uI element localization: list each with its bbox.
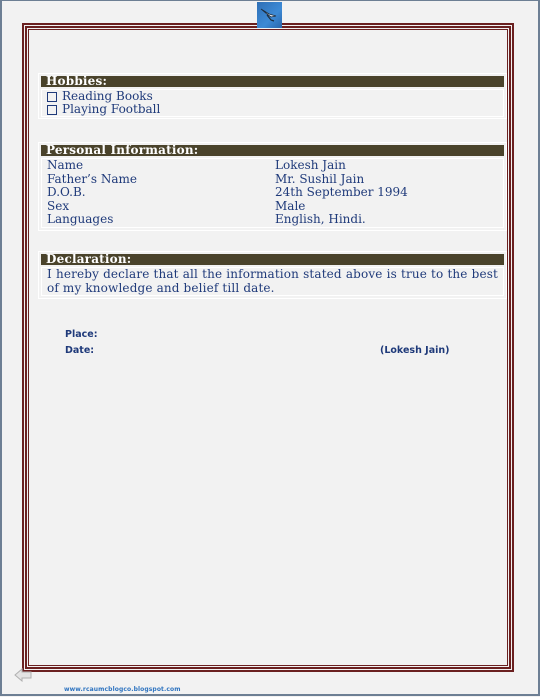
checkbox-bullet-icon [47, 104, 57, 115]
table-row: Languages English, Hindi. [47, 213, 498, 227]
declaration-heading: Declaration: [41, 254, 504, 265]
hobbies-list: Reading Books Playing Football [41, 89, 504, 117]
info-value: 24th September 1994 [275, 185, 408, 200]
place-label: Place: [65, 329, 98, 340]
signature-name: (Lokesh Jain) [380, 345, 450, 356]
checkbox-bullet-icon [47, 91, 57, 102]
info-label: Sex [47, 198, 70, 213]
info-label: D.O.B. [47, 185, 86, 200]
hobby-label: Playing Football [62, 101, 161, 116]
personal-info-heading: Personal Information: [41, 145, 504, 156]
bird-logo-icon [257, 2, 282, 28]
info-value: Male [275, 198, 306, 213]
date-label: Date: [65, 345, 95, 356]
footer-link[interactable]: www.rcaumcblogco.blogspot.com [64, 686, 181, 693]
back-arrow-icon[interactable] [14, 667, 32, 686]
table-row: Father’s Name Mr. Sushil Jain [47, 171, 498, 187]
table-row: D.O.B. 24th September 1994 [47, 186, 498, 200]
info-value: Mr. Sushil Jain [275, 171, 365, 186]
hobbies-section: Hobbies: Reading Books Playing Football [38, 73, 507, 119]
info-value: Lokesh Jain [275, 158, 346, 172]
personal-info-table: Name Lokesh Jain Father’s Name Mr. Sushi… [41, 158, 504, 228]
personal-info-section: Personal Information: Name Lokesh Jain F… [38, 142, 507, 231]
hobbies-heading: Hobbies: [41, 76, 504, 87]
list-item: Playing Football [47, 101, 498, 116]
table-row: Sex Male [47, 198, 498, 214]
info-label: Father’s Name [47, 171, 137, 186]
declaration-text: I hereby declare that all the informatio… [41, 267, 504, 296]
table-row: Name Lokesh Jain [47, 159, 498, 173]
info-label: Languages [47, 212, 114, 227]
info-label: Name [47, 158, 84, 172]
info-value: English, Hindi. [275, 212, 366, 227]
declaration-section: Declaration: I hereby declare that all t… [38, 251, 507, 299]
